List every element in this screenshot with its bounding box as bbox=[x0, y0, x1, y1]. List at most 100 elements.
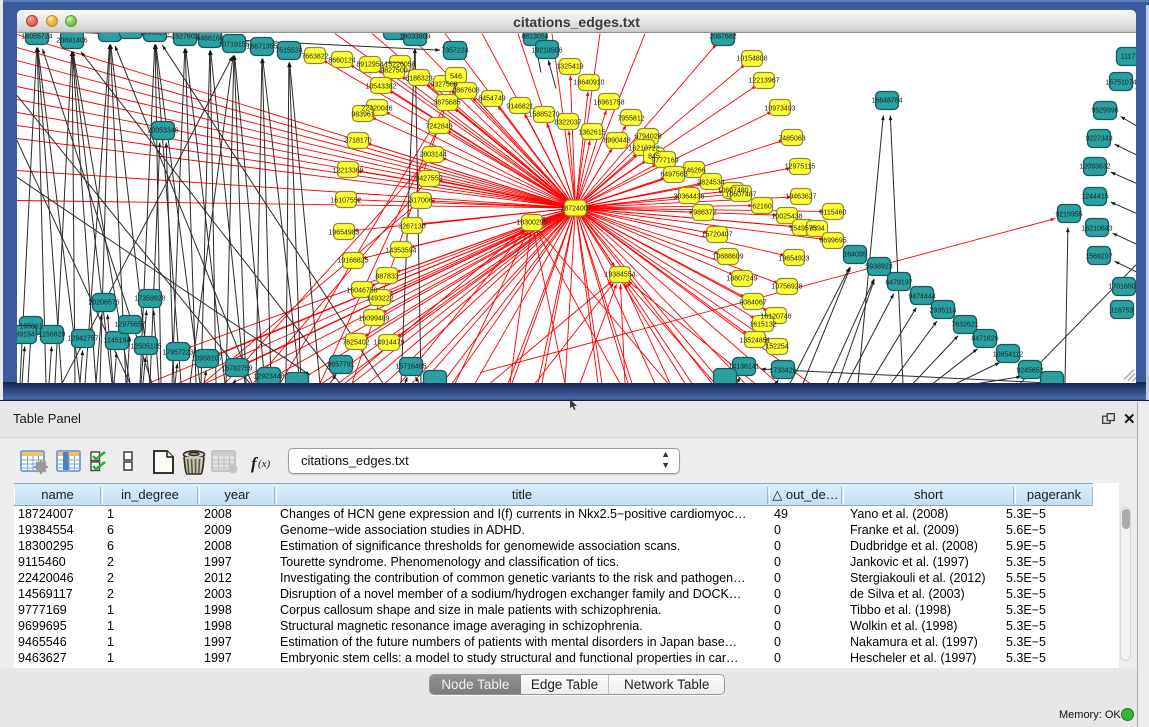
svg-text:10688609: 10688609 bbox=[712, 254, 743, 261]
svg-text:18724007: 18724007 bbox=[560, 206, 591, 213]
svg-text:16210722: 16210722 bbox=[628, 146, 659, 153]
svg-text:16961758: 16961758 bbox=[593, 100, 624, 107]
svg-text:7515524: 7515524 bbox=[275, 48, 302, 55]
svg-text:6497568: 6497568 bbox=[660, 172, 687, 179]
svg-text:8186323: 8186323 bbox=[405, 76, 432, 83]
svg-text:8454749: 8454749 bbox=[478, 96, 505, 103]
svg-text:16033809: 16033809 bbox=[399, 34, 430, 41]
svg-text:9827500: 9827500 bbox=[380, 68, 407, 75]
svg-text:14914479: 14914479 bbox=[373, 340, 404, 347]
svg-text:10543382: 10543382 bbox=[365, 84, 396, 91]
svg-text:8990448: 8990448 bbox=[603, 138, 630, 145]
svg-text:12923448: 12923448 bbox=[253, 374, 284, 381]
svg-text:10854112: 10854112 bbox=[993, 352, 1024, 359]
svg-text:39154: 39154 bbox=[17, 332, 35, 339]
svg-text:10025438: 10025438 bbox=[771, 214, 802, 221]
svg-text:15751074: 15751074 bbox=[1105, 80, 1136, 87]
svg-text:7242848: 7242848 bbox=[425, 124, 452, 131]
svg-text:3824534: 3824534 bbox=[697, 180, 724, 187]
svg-text:16120746: 16120746 bbox=[760, 314, 791, 321]
svg-text:17359928: 17359928 bbox=[134, 296, 165, 303]
svg-text:1362615: 1362615 bbox=[578, 130, 605, 137]
svg-text:20206576: 20206576 bbox=[88, 300, 119, 307]
svg-text:8427552: 8427552 bbox=[415, 176, 442, 183]
svg-text:2935114: 2935114 bbox=[930, 308, 957, 315]
svg-text:8322037: 8322037 bbox=[554, 120, 581, 127]
svg-text:12505135: 12505135 bbox=[130, 344, 161, 351]
svg-text:1527602: 1527602 bbox=[171, 34, 198, 41]
svg-text:9529996: 9529996 bbox=[1091, 108, 1118, 115]
svg-text:165061: 165061 bbox=[19, 324, 42, 331]
svg-text:(x): (x) bbox=[258, 458, 271, 470]
svg-text:14353594: 14353594 bbox=[385, 248, 416, 255]
svg-text:7632621: 7632621 bbox=[951, 322, 978, 329]
svg-text:1493222: 1493222 bbox=[366, 296, 393, 303]
svg-text:15716485: 15716485 bbox=[395, 364, 426, 371]
svg-text:10756928: 10756928 bbox=[771, 284, 802, 291]
svg-text:9227343: 9227343 bbox=[1085, 136, 1112, 143]
svg-text:12213967: 12213967 bbox=[748, 78, 779, 85]
svg-text:7986372: 7986372 bbox=[689, 210, 716, 217]
svg-text:17016504: 17016504 bbox=[1108, 284, 1136, 291]
svg-text:1244415: 1244415 bbox=[1081, 194, 1108, 201]
svg-text:7625402: 7625402 bbox=[342, 340, 369, 347]
svg-text:16046758: 16046758 bbox=[346, 288, 377, 295]
svg-text:20691406: 20691406 bbox=[56, 38, 87, 45]
svg-text:10958107: 10958107 bbox=[191, 356, 222, 363]
svg-text:12093832: 12093832 bbox=[1079, 164, 1110, 171]
svg-text:7485063: 7485063 bbox=[778, 136, 805, 143]
svg-text:14136141: 14136141 bbox=[728, 364, 759, 371]
svg-text:12975657: 12975657 bbox=[114, 322, 145, 329]
svg-text:1145194: 1145194 bbox=[104, 338, 131, 345]
svg-text:15885270: 15885270 bbox=[528, 112, 559, 119]
svg-text:9084067: 9084067 bbox=[739, 300, 766, 307]
svg-text:8660124: 8660124 bbox=[328, 58, 355, 65]
svg-text:12975115: 12975115 bbox=[785, 164, 816, 171]
svg-text:16648784: 16648784 bbox=[871, 98, 902, 105]
svg-text:16671355: 16671355 bbox=[246, 44, 277, 51]
svg-text:1325419: 1325419 bbox=[556, 64, 583, 71]
svg-text:546: 546 bbox=[450, 74, 462, 81]
svg-text:9215955: 9215955 bbox=[1055, 212, 1082, 219]
svg-text:19654983: 19654983 bbox=[328, 230, 359, 237]
svg-text:16210643: 16210643 bbox=[1081, 226, 1112, 233]
svg-text:8471626: 8471626 bbox=[971, 336, 998, 343]
svg-text:3875685: 3875685 bbox=[433, 100, 460, 107]
svg-text:10719155: 10719155 bbox=[218, 42, 249, 49]
svg-text:6794028: 6794028 bbox=[634, 134, 661, 141]
svg-text:9699695: 9699695 bbox=[819, 238, 846, 245]
svg-text:887833: 887833 bbox=[375, 274, 398, 281]
svg-text:9777169: 9777169 bbox=[651, 158, 678, 165]
svg-text:18300295: 18300295 bbox=[516, 220, 547, 227]
svg-text:19166825: 19166825 bbox=[337, 258, 368, 265]
svg-text:18640910: 18640910 bbox=[573, 80, 604, 87]
svg-text:6479197: 6479197 bbox=[885, 280, 912, 287]
svg-text:62160: 62160 bbox=[752, 204, 772, 211]
svg-text:20053346: 20053346 bbox=[147, 128, 178, 135]
svg-text:10973493: 10973493 bbox=[764, 106, 795, 113]
svg-text:8813054: 8813054 bbox=[521, 34, 548, 41]
svg-text:152254: 152254 bbox=[765, 344, 788, 351]
svg-text:12942757: 12942757 bbox=[67, 336, 98, 343]
svg-text:19463627: 19463627 bbox=[785, 194, 816, 201]
svg-text:1615132: 1615132 bbox=[749, 322, 776, 329]
svg-text:9146821: 9146821 bbox=[506, 104, 533, 111]
svg-text:10607487: 10607487 bbox=[725, 192, 756, 199]
svg-text:20364436: 20364436 bbox=[673, 194, 704, 201]
svg-text:9245652: 9245652 bbox=[1016, 368, 1043, 375]
svg-text:9115460: 9115460 bbox=[820, 210, 847, 217]
svg-text:5938923: 5938923 bbox=[865, 264, 892, 271]
svg-text:12213369: 12213369 bbox=[332, 168, 363, 175]
svg-text:17957223: 17957223 bbox=[162, 350, 193, 357]
svg-text:164095: 164095 bbox=[843, 252, 866, 259]
svg-text:7955812: 7955812 bbox=[617, 116, 644, 123]
svg-text:19654923: 19654923 bbox=[778, 256, 809, 263]
svg-text:3267130: 3267130 bbox=[398, 224, 425, 231]
svg-text:9474444: 9474444 bbox=[908, 294, 935, 301]
svg-text:9657791: 9657791 bbox=[327, 362, 354, 369]
svg-text:2867608: 2867608 bbox=[452, 88, 479, 95]
svg-text:2087682: 2087682 bbox=[709, 34, 736, 41]
svg-text:2718170: 2718170 bbox=[344, 138, 371, 145]
svg-text:16782759: 16782759 bbox=[221, 366, 252, 373]
svg-text:983961: 983961 bbox=[351, 112, 374, 119]
